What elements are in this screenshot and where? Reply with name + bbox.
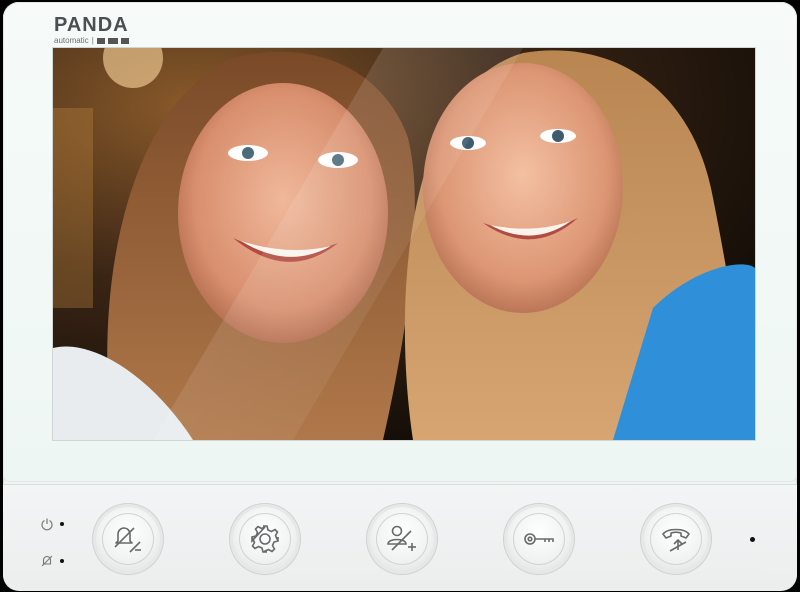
mute-status — [40, 553, 64, 568]
intercom-monitor: PANDA automatic | — [3, 2, 797, 591]
hang-up-button[interactable] — [644, 507, 708, 571]
add-user-button[interactable] — [370, 507, 434, 571]
power-icon — [41, 518, 53, 531]
mute-led — [60, 558, 64, 563]
power-led — [60, 521, 64, 526]
video-screen — [53, 48, 755, 440]
display-panel: PANDA automatic | — [3, 2, 797, 482]
settings-button[interactable] — [233, 507, 297, 571]
brand-tagline: automatic | — [54, 36, 129, 45]
mute-bell-icon — [41, 555, 53, 567]
video-feed-image — [53, 48, 755, 440]
status-led — [750, 537, 755, 542]
unlock-door-button[interactable] — [507, 507, 571, 571]
brand-name: PANDA — [54, 14, 129, 36]
brand-logo: PANDA automatic | — [54, 15, 129, 45]
mute-volume-down-button[interactable] — [96, 507, 160, 571]
power-status — [40, 516, 64, 531]
